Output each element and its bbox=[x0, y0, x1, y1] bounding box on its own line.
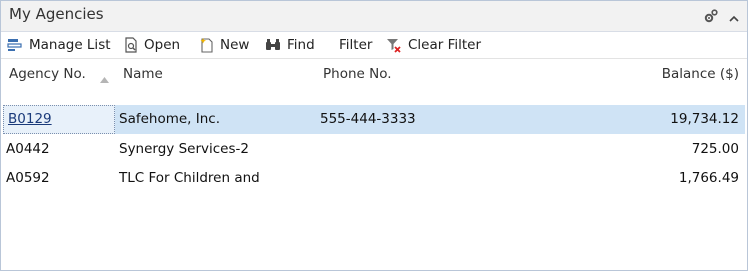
sort-ascending-icon bbox=[100, 77, 109, 83]
my-agencies-panel: My Agencies Manage List Open New Find Fi… bbox=[0, 0, 748, 271]
manage-list-icon bbox=[7, 39, 22, 51]
phone-cell: 555-444-3333 bbox=[320, 111, 416, 127]
filter-button[interactable]: Filter bbox=[339, 36, 372, 54]
manage-list-label: Manage List bbox=[29, 37, 111, 53]
agency-no-cell[interactable]: A0592 bbox=[6, 170, 50, 186]
column-header-agency-no[interactable]: Agency No. bbox=[9, 66, 86, 82]
gear-icon[interactable] bbox=[703, 8, 719, 28]
table-row[interactable]: A0442 Synergy Services-2 725.00 bbox=[3, 135, 745, 164]
balance-cell: 1,766.49 bbox=[678, 170, 739, 186]
open-label: Open bbox=[144, 37, 181, 53]
new-label: New bbox=[220, 37, 250, 53]
find-label: Find bbox=[287, 37, 315, 53]
agency-no-cell[interactable]: A0442 bbox=[6, 141, 50, 157]
column-header-name[interactable]: Name bbox=[123, 66, 163, 82]
agency-no-cell[interactable]: B0129 bbox=[8, 111, 52, 127]
new-button[interactable]: New bbox=[200, 36, 249, 54]
open-icon bbox=[125, 37, 137, 53]
manage-list-button[interactable]: Manage List bbox=[7, 36, 111, 54]
column-header-phone[interactable]: Phone No. bbox=[323, 66, 392, 82]
table-row[interactable]: A0592 TLC For Children and 1,766.49 bbox=[3, 164, 745, 193]
clear-filter-icon bbox=[387, 39, 401, 53]
filter-label: Filter bbox=[339, 37, 373, 53]
collapse-icon[interactable] bbox=[729, 9, 739, 28]
balance-cell: 725.00 bbox=[691, 141, 739, 157]
name-cell: TLC For Children and bbox=[119, 170, 260, 186]
panel-titlebar: My Agencies bbox=[1, 1, 747, 32]
find-button[interactable]: Find bbox=[265, 36, 315, 54]
table-row[interactable]: B0129 Safehome, Inc. 555-444-3333 19,734… bbox=[3, 105, 745, 134]
name-cell: Safehome, Inc. bbox=[119, 111, 221, 127]
clear-filter-button[interactable]: Clear Filter bbox=[386, 36, 481, 54]
open-button[interactable]: Open bbox=[124, 36, 180, 54]
new-icon bbox=[200, 38, 213, 53]
clear-filter-label: Clear Filter bbox=[408, 37, 482, 53]
panel-title: My Agencies bbox=[9, 5, 104, 23]
grid-header: Agency No. Name Phone No. Balance ($) bbox=[1, 58, 747, 104]
binoculars-icon bbox=[266, 39, 280, 50]
panel-header-icons bbox=[703, 8, 739, 28]
name-cell: Synergy Services-2 bbox=[119, 141, 249, 157]
column-header-balance[interactable]: Balance ($) bbox=[662, 66, 739, 82]
toolbar: Manage List Open New Find Filter Clear F… bbox=[1, 32, 747, 59]
balance-cell: 19,734.12 bbox=[670, 111, 739, 127]
